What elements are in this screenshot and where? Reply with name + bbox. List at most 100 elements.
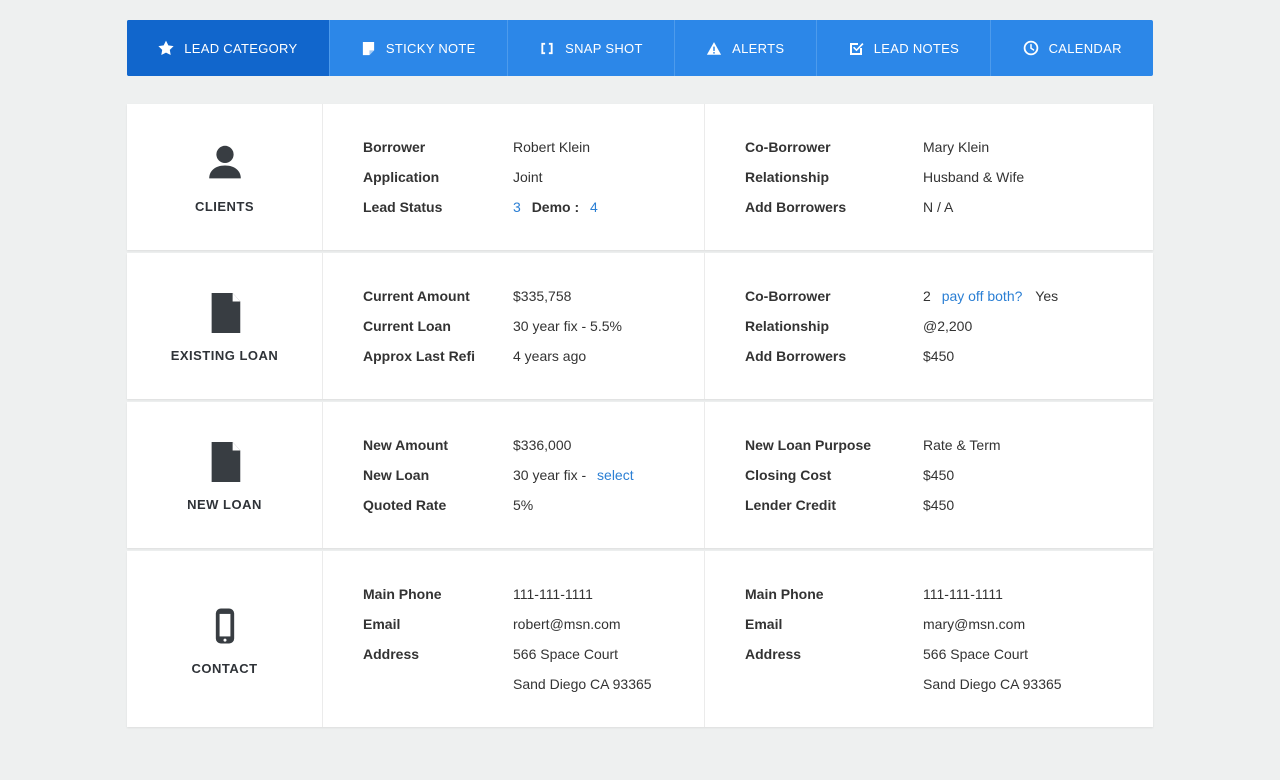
field-row: Current Amount $335,758 [363,281,704,311]
field-label: Approx Last Refi [363,348,476,364]
clients-right-column: Co-Borrower Mary Klein Relationship Husb… [705,104,1153,250]
existing-loan-right-column: Co-Borrower 2 pay off both? Yes Relation… [705,253,1153,399]
field-row: Co-Borrower 2 pay off both? Yes [745,281,1153,311]
section-title: CONTACT [191,660,258,676]
field-label: Relationship [745,318,830,334]
field-label: Main Phone [745,586,824,602]
alert-triangle-icon [706,41,722,56]
demo-label: Demo : [531,199,580,215]
field-value: Robert Klein [513,139,591,155]
field-row: Main Phone 111-111-1111 [363,579,704,609]
new-loan-term: 30 year fix - [513,467,587,483]
field-value: Mary Klein [923,139,990,155]
pay-off-both-link[interactable]: pay off both? [942,288,1023,304]
field-label: Application [363,169,440,185]
existing-loan-icon-column: EXISTING LOAN [127,253,323,399]
field-row: Main Phone 111-111-1111 [745,579,1153,609]
field-label: New Loan [363,467,430,483]
field-value: 3 Demo : 4 [513,199,598,215]
document-icon [204,290,246,336]
section-existing-loan: EXISTING LOAN Current Amount $335,758 Cu… [127,253,1153,399]
new-loan-left-column: New Amount $336,000 New Loan 30 year fix… [323,402,705,548]
star-icon [158,40,174,56]
field-row: Email mary@msn.com [745,609,1153,639]
clients-icon-column: CLIENTS [127,104,323,250]
field-label: Borrower [363,139,426,155]
tab-lead-notes[interactable]: LEAD NOTES [815,20,991,76]
field-row: Application Joint [363,162,704,192]
field-row: Co-Borrower Mary Klein [745,132,1153,162]
section-new-loan: NEW LOAN New Amount $336,000 New Loan 30… [127,402,1153,548]
field-label: Address [363,646,420,662]
field-label: Relationship [745,169,830,185]
tab-alerts[interactable]: ALERTS [673,20,816,76]
field-row: Current Loan 30 year fix - 5.5% [363,311,704,341]
pay-off-answer: Yes [1035,288,1059,304]
field-row: Add Borrowers N / A [745,192,1153,222]
field-label: Email [745,616,783,632]
contact-left-column: Main Phone 111-111-1111 Email robert@msn… [323,551,705,727]
field-row: Address 566 Space Court [363,639,704,669]
field-label: New Loan Purpose [745,437,872,453]
field-row: Address 566 Space Court [745,639,1153,669]
field-value: $450 [923,348,955,364]
field-row: Relationship Husband & Wife [745,162,1153,192]
field-value: mary@msn.com [923,616,1026,632]
field-value: Sand Diego CA 93365 [513,676,652,692]
field-value: Sand Diego CA 93365 [923,676,1062,692]
snapshot-brackets-icon [539,41,555,56]
field-label: New Amount [363,437,449,453]
section-title: CLIENTS [194,198,255,214]
new-loan-icon-column: NEW LOAN [127,402,323,548]
clock-icon [1023,40,1039,56]
coborrower-count: 2 [923,288,931,304]
section-contact: CONTACT Main Phone 111-111-1111 Email ro… [127,551,1153,727]
tab-bar: LEAD CATEGORY STICKY NOTE SNAP SHOT ALER… [127,20,1153,76]
field-label: Add Borrowers [745,348,847,364]
field-row: Sand Diego CA 93365 [745,669,1153,699]
field-row: Relationship @2,200 [745,311,1153,341]
field-value: Rate & Term [923,437,1001,453]
field-value: 111-111-1111 [923,586,1003,602]
tab-label: SNAP SHOT [565,40,643,56]
tab-label: CALENDAR [1048,40,1122,56]
tab-snap-shot[interactable]: SNAP SHOT [506,20,674,76]
select-loan-link[interactable]: select [597,467,634,483]
clients-left-column: Borrower Robert Klein Application Joint … [323,104,705,250]
field-value: 30 year fix - select [513,467,634,483]
field-label: Co-Borrower [745,139,831,155]
tab-sticky-note[interactable]: STICKY NOTE [328,20,507,76]
field-label: Current Amount [363,288,470,304]
tab-label: LEAD CATEGORY [184,40,298,56]
demo-count-link[interactable]: 4 [590,199,598,215]
tab-label: STICKY NOTE [385,40,476,56]
tab-lead-category[interactable]: LEAD CATEGORY [127,20,329,76]
field-value: 111-111-1111 [513,586,593,602]
existing-loan-left-column: Current Amount $335,758 Current Loan 30 … [323,253,705,399]
tab-calendar[interactable]: CALENDAR [990,20,1153,76]
lead-notes-icon [848,40,864,56]
field-row: Borrower Robert Klein [363,132,704,162]
field-value: 30 year fix - 5.5% [513,318,622,334]
field-row: Email robert@msn.com [363,609,704,639]
tab-label: ALERTS [732,40,785,56]
section-clients: CLIENTS Borrower Robert Klein Applicatio… [127,104,1153,250]
field-value: 2 pay off both? Yes [923,288,1058,304]
lead-status-count-link[interactable]: 3 [513,199,521,215]
field-label: Main Phone [363,586,442,602]
field-value: 4 years ago [513,348,587,364]
field-label: Lead Status [363,199,443,215]
field-value: $450 [923,467,955,483]
field-label: Current Loan [363,318,451,334]
field-label: Quoted Rate [363,497,447,513]
field-row: Closing Cost $450 [745,460,1153,490]
lead-detail-card: CLIENTS Borrower Robert Klein Applicatio… [127,104,1153,750]
page-container: LEAD CATEGORY STICKY NOTE SNAP SHOT ALER… [127,20,1153,750]
field-label: Lender Credit [745,497,837,513]
person-icon [202,141,248,187]
tab-label: LEAD NOTES [873,40,960,56]
phone-icon [205,603,245,649]
contact-icon-column: CONTACT [127,551,323,727]
field-row: Lender Credit $450 [745,490,1153,520]
field-value: N / A [923,199,954,215]
